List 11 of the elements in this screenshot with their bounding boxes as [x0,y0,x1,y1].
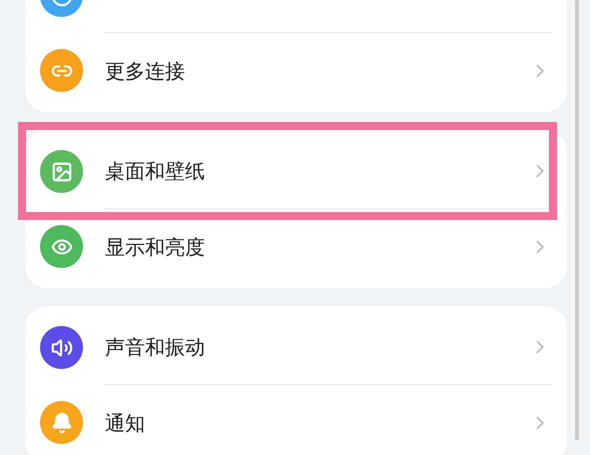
scrollbar[interactable] [575,0,579,440]
settings-item[interactable]: 桌面和壁纸 [25,134,567,209]
settings-item[interactable]: 更多连接 [25,33,567,108]
settings-item[interactable]: 声音和振动 [25,310,567,385]
item-label: 显示和亮度 [105,234,205,258]
item-label: 桌面和壁纸 [105,159,205,183]
settings-item[interactable]: 通知 [25,385,567,455]
item-label: 声音和振动 [105,335,205,359]
settings-item[interactable]: 显示和亮度 [25,209,567,284]
item-label: 通知 [105,410,145,434]
item-label: 更多连接 [105,58,185,82]
